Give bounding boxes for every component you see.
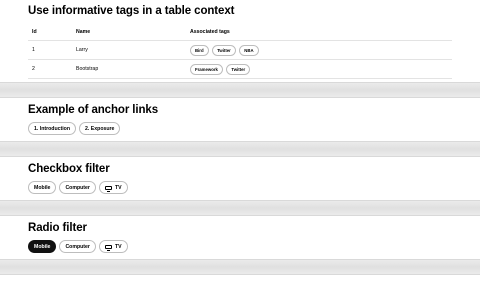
tag[interactable]: Bird: [190, 44, 209, 56]
checkbox-computer[interactable]: Computer: [59, 181, 96, 194]
row-id: 1: [28, 40, 72, 60]
section-divider: [0, 82, 480, 98]
tag[interactable]: Twitter: [226, 63, 251, 75]
anchor-section: Example of anchor links 1. Introduction …: [0, 98, 480, 141]
section-title: Radio filter: [28, 222, 87, 234]
tv-icon: [104, 244, 112, 251]
option-label: Computer: [65, 184, 90, 191]
option-label: TV: [114, 184, 122, 191]
radio-filter-options: Mobile Computer TV: [28, 240, 131, 253]
table-row: 1 Larry Bird Twitter NBA: [28, 40, 452, 60]
section-divider: [0, 141, 480, 157]
anchor-link-introduction[interactable]: 1. Introduction: [28, 122, 77, 135]
table-row: 2 Bootstrap Framework Twitter: [28, 59, 452, 79]
row-tags: Framework Twitter: [186, 59, 452, 79]
checkbox-tv[interactable]: TV: [98, 181, 128, 194]
anchor-links: 1. Introduction 2. Exposure: [28, 122, 123, 135]
option-label: TV: [114, 243, 122, 250]
checkbox-filter-section: Checkbox filter Mobile Computer TV: [0, 157, 480, 200]
table-section: Use informative tags in a table context …: [0, 0, 480, 82]
radio-filter-section: Radio filter Mobile Computer TV: [0, 216, 480, 259]
column-header-name: Name: [72, 24, 186, 41]
tag[interactable]: Twitter: [212, 44, 236, 56]
row-name: Larry: [72, 40, 186, 60]
radio-computer[interactable]: Computer: [59, 240, 96, 253]
option-label: Mobile: [34, 184, 51, 191]
checkbox-filter-options: Mobile Computer TV: [28, 181, 131, 194]
tags-table: Id Name Associated tags 1 Larry Bird Twi…: [28, 24, 452, 79]
option-label: Mobile: [34, 243, 51, 250]
anchor-link-exposure[interactable]: 2. Exposure: [79, 122, 121, 135]
section-title: Example of anchor links: [28, 104, 158, 116]
row-name: Bootstrap: [72, 59, 186, 79]
tv-icon: [104, 185, 112, 192]
section-divider: [0, 200, 480, 216]
row-tags: Bird Twitter NBA: [186, 40, 452, 60]
column-header-id: Id: [28, 24, 72, 41]
section-title: Use informative tags in a table context: [28, 5, 235, 17]
radio-mobile[interactable]: Mobile: [28, 240, 57, 253]
row-id: 2: [28, 59, 72, 79]
radio-tv[interactable]: TV: [98, 240, 128, 253]
tag[interactable]: Framework: [190, 63, 223, 75]
table-header-row: Id Name Associated tags: [28, 24, 452, 41]
tag[interactable]: NBA: [239, 44, 259, 56]
section-title: Checkbox filter: [28, 163, 110, 175]
checkbox-mobile[interactable]: Mobile: [28, 181, 57, 194]
option-label: Computer: [65, 243, 90, 250]
section-divider: [0, 259, 480, 275]
column-header-tags: Associated tags: [186, 24, 452, 41]
